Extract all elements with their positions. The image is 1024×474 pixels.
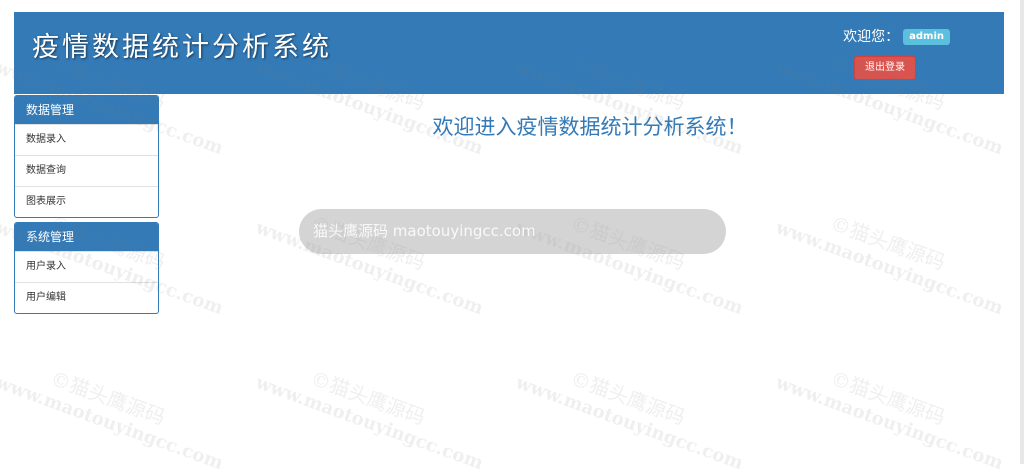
system-management-panel: 系统管理 用户录入 用户编辑 [14,222,159,314]
watermark: ©猫头鹰源码www.maotouyingcc.com [252,365,486,474]
sidebar-item-user-edit[interactable]: 用户编辑 [15,282,158,313]
sidebar-item-data-entry[interactable]: 数据录入 [15,124,158,155]
sidebar-item-user-entry[interactable]: 用户录入 [15,251,158,282]
username-badge: admin [903,29,950,45]
logout-button[interactable]: 退出登录 [854,56,916,80]
watermark: ©猫头鹰源码www.maotouyingcc.com [512,365,746,474]
header-bar: 疫情数据统计分析系统 欢迎您： admin 退出登录 [14,12,1004,94]
panel-heading-system-management: 系统管理 [15,223,158,251]
app-title: 疫情数据统计分析系统 [32,32,332,63]
sidebar-item-data-query[interactable]: 数据查询 [15,155,158,186]
panel-heading-data-management: 数据管理 [15,96,158,124]
sidebar-item-chart-display[interactable]: 图表展示 [15,186,158,217]
watermark: ©猫头鹰源码www.maotouyingcc.com [772,210,1006,320]
watermark: ©猫头鹰源码www.maotouyingcc.com [0,365,226,474]
welcome-label: 欢迎您： [843,29,900,45]
page-scrollbar[interactable] [1020,0,1024,464]
data-management-panel: 数据管理 数据录入 数据查询 图表展示 [14,95,159,218]
welcome-message: 欢迎进入疫情数据统计分析系统！ [432,115,748,139]
toast-notification: 猫头鹰源码 maotouyingcc.com [299,209,726,254]
welcome-user: 欢迎您： admin [843,28,950,46]
watermark: ©猫头鹰源码www.maotouyingcc.com [772,365,1006,474]
